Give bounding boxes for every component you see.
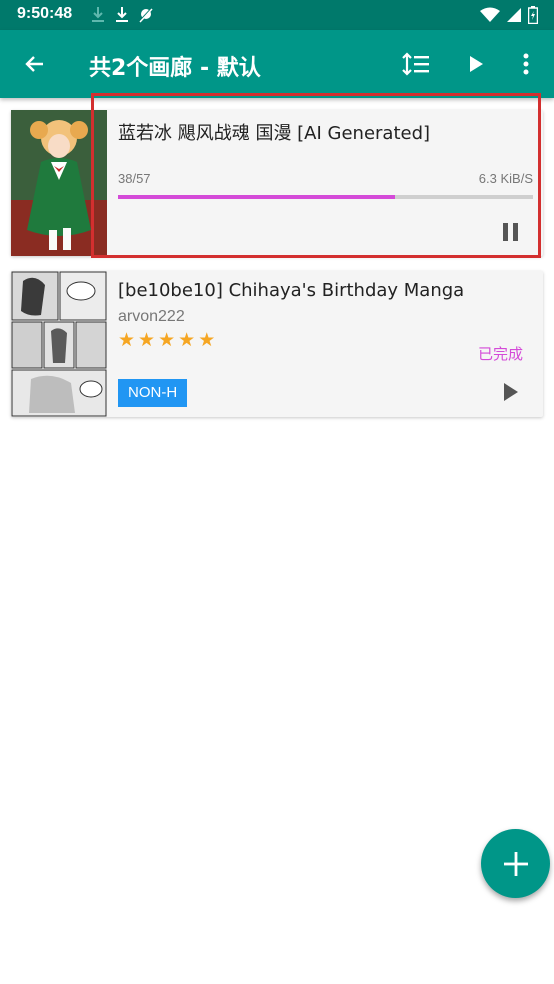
- back-button[interactable]: [21, 50, 49, 78]
- download-icon: [116, 7, 128, 22]
- download-item[interactable]: [be10be10] Chihaya's Birthday Manga arvo…: [11, 271, 543, 417]
- status-badge: 已完成: [477, 345, 523, 363]
- battery-icon: [528, 6, 538, 24]
- more-options-button[interactable]: [512, 50, 540, 78]
- play-button[interactable]: [504, 383, 518, 401]
- page-title: 共2个画廊 - 默认: [89, 56, 261, 81]
- download-done-icon: [92, 7, 104, 22]
- status-bar: 9:50:48: [0, 0, 554, 30]
- add-download-button[interactable]: [481, 829, 550, 898]
- arrow-back-icon: [25, 56, 43, 72]
- app-bar: 共2个画廊 - 默认: [0, 30, 554, 98]
- star-icon: ★: [138, 329, 156, 351]
- status-icons-left: [90, 6, 154, 24]
- star-icon: ★: [158, 329, 176, 351]
- play-icon: [470, 56, 483, 72]
- star-icon: ★: [198, 329, 216, 351]
- status-time: 9:50:48: [17, 5, 73, 22]
- status-icons-right: [480, 6, 538, 24]
- star-icon: ★: [178, 329, 196, 351]
- more-vert-icon: [523, 53, 529, 75]
- highlight-box: [91, 93, 541, 258]
- no-location-icon: [139, 7, 153, 23]
- signal-icon: [507, 8, 521, 22]
- sort-button[interactable]: [402, 50, 430, 78]
- wifi-icon: [480, 7, 500, 22]
- plus-icon: [503, 851, 528, 876]
- star-icon: ★: [118, 329, 136, 351]
- gallery-thumbnail[interactable]: [11, 271, 107, 417]
- start-all-button[interactable]: [462, 50, 490, 78]
- gallery-title: [be10be10] Chihaya's Birthday Manga: [118, 280, 465, 301]
- uploader-name: arvon222: [118, 308, 185, 325]
- rating-stars: ★ ★ ★ ★ ★: [118, 330, 215, 350]
- sort-icon: [402, 52, 429, 76]
- category-tag: NON-H: [118, 379, 188, 407]
